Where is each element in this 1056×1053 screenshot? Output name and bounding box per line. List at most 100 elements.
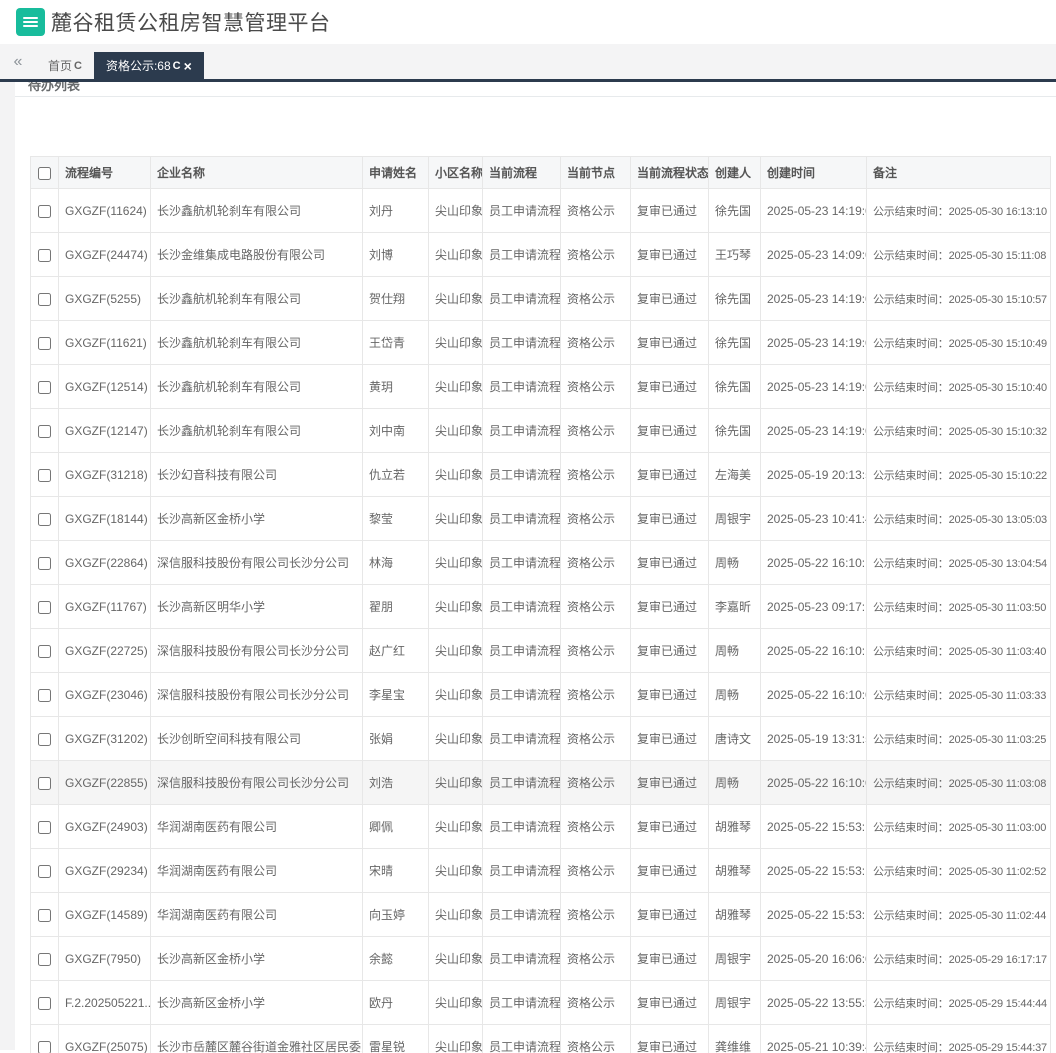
cell-company: 深信服科技股份有限公司长沙分公司 (150, 628, 363, 673)
menu-toggle-button[interactable] (16, 8, 45, 36)
cell-current-node: 资格公示 (560, 848, 631, 893)
publicity-table: 流程编号 企业名称 申请姓名 小区名称 当前流程 当前节点 当前流程状态 创建人… (30, 156, 1051, 1053)
table-row[interactable]: GXGZF(24474) 长沙金维集成电路股份有限公司 刘博 尖山印象 员工申请… (30, 232, 1051, 277)
cell-creator: 龚维维 (708, 1024, 761, 1053)
tab-bar: « 首页 C 资格公示:68 C × (0, 44, 1056, 82)
table-row[interactable]: GXGZF(31202) 长沙创昕空间科技有限公司 张娟 尖山印象 员工申请流程… (30, 716, 1051, 761)
cell-community: 尖山印象 (428, 892, 483, 937)
cell-flow-status: 复审已通过 (630, 320, 709, 365)
table-row[interactable]: GXGZF(7950) 长沙高新区金桥小学 余懿 尖山印象 员工申请流程 资格公… (30, 936, 1051, 981)
cell-creator: 徐先国 (708, 364, 761, 409)
table-row[interactable]: GXGZF(11624) 长沙鑫航机轮刹车有限公司 刘丹 尖山印象 员工申请流程… (30, 188, 1051, 233)
cell-current-flow: 员工申请流程 (482, 320, 561, 365)
row-checkbox[interactable] (38, 204, 51, 218)
cell-current-flow: 员工申请流程 (482, 716, 561, 761)
cell-current-flow: 员工申请流程 (482, 672, 561, 717)
cell-current-flow: 员工申请流程 (482, 848, 561, 893)
cell-process-no: GXGZF(24474) (58, 232, 151, 277)
table-row[interactable]: GXGZF(18144) 长沙高新区金桥小学 黎莹 尖山印象 员工申请流程 资格… (30, 496, 1051, 541)
row-checkbox[interactable] (38, 512, 51, 526)
row-checkbox[interactable] (38, 864, 51, 878)
cell-current-node: 资格公示 (560, 892, 631, 937)
cell-company: 长沙鑫航机轮刹车有限公司 (150, 320, 363, 365)
col-header-current-flow: 当前流程 (482, 156, 561, 189)
cell-creator: 胡雅琴 (708, 848, 761, 893)
cell-process-no: GXGZF(23046) (58, 672, 151, 717)
tab-home[interactable]: 首页 C (36, 52, 94, 79)
table-row[interactable]: GXGZF(25075) 长沙市岳麓区麓谷街道金雅社区居民委员会 雷星锐 尖山印… (30, 1024, 1051, 1053)
row-checkbox-cell (30, 980, 59, 1025)
row-checkbox-cell (30, 628, 59, 673)
table-row[interactable]: GXGZF(22855) 深信服科技股份有限公司长沙分公司 刘浩 尖山印象 员工… (30, 760, 1051, 805)
row-checkbox[interactable] (38, 732, 51, 746)
col-header-creator: 创建人 (708, 156, 761, 189)
cell-creator: 王巧琴 (708, 232, 761, 277)
row-checkbox-cell (30, 760, 59, 805)
row-checkbox[interactable] (38, 952, 51, 966)
row-checkbox[interactable] (38, 908, 51, 922)
row-checkbox[interactable] (38, 556, 51, 570)
row-checkbox[interactable] (38, 644, 51, 658)
table-row[interactable]: GXGZF(22864) 深信服科技股份有限公司长沙分公司 林海 尖山印象 员工… (30, 540, 1051, 585)
row-checkbox[interactable] (38, 776, 51, 790)
cell-remark: 公示结束时间：2025-05-30 11:03:50 (866, 584, 1051, 629)
row-checkbox-cell (30, 1024, 59, 1053)
refresh-icon[interactable]: C (74, 60, 82, 72)
table-row[interactable]: GXGZF(5255) 长沙鑫航机轮刹车有限公司 贺仕翔 尖山印象 员工申请流程… (30, 276, 1051, 321)
row-checkbox[interactable] (38, 600, 51, 614)
refresh-icon[interactable]: C (173, 60, 181, 72)
cell-current-flow: 员工申请流程 (482, 584, 561, 629)
cell-creator: 徐先国 (708, 188, 761, 233)
close-icon[interactable]: × (184, 59, 192, 73)
tab-qualification-label: 资格公示:68 (105, 59, 171, 73)
cell-remark: 公示结束时间：2025-05-30 11:02:52 (866, 848, 1051, 893)
row-checkbox[interactable] (38, 424, 51, 438)
cell-flow-status: 复审已通过 (630, 452, 709, 497)
table-row[interactable]: GXGZF(29234) 华润湖南医药有限公司 宋晴 尖山印象 员工申请流程 资… (30, 848, 1051, 893)
row-checkbox[interactable] (38, 1040, 51, 1053)
table-row[interactable]: GXGZF(24903) 华润湖南医药有限公司 卿佩 尖山印象 员工申请流程 资… (30, 804, 1051, 849)
table-row[interactable]: GXGZF(11767) 长沙高新区明华小学 翟朋 尖山印象 员工申请流程 资格… (30, 584, 1051, 629)
row-checkbox-cell (30, 452, 59, 497)
row-checkbox[interactable] (38, 688, 51, 702)
cell-flow-status: 复审已通过 (630, 760, 709, 805)
cell-create-time: 2025-05-23 09:17:19 (760, 584, 867, 629)
row-checkbox[interactable] (38, 336, 51, 350)
cell-creator: 胡雅琴 (708, 892, 761, 937)
table-row[interactable]: GXGZF(12147) 长沙鑫航机轮刹车有限公司 刘中南 尖山印象 员工申请流… (30, 408, 1051, 453)
cell-remark: 公示结束时间：2025-05-30 13:05:03 (866, 496, 1051, 541)
cell-flow-status: 复审已通过 (630, 1024, 709, 1053)
cell-process-no: GXGZF(22855) (58, 760, 151, 805)
table-row[interactable]: GXGZF(14589) 华润湖南医药有限公司 向玉婷 尖山印象 员工申请流程 … (30, 892, 1051, 937)
table-row[interactable]: GXGZF(11621) 长沙鑫航机轮刹车有限公司 王岱青 尖山印象 员工申请流… (30, 320, 1051, 365)
table-row[interactable]: GXGZF(22725) 深信服科技股份有限公司长沙分公司 赵广红 尖山印象 员… (30, 628, 1051, 673)
row-checkbox[interactable] (38, 468, 51, 482)
cell-community: 尖山印象 (428, 804, 483, 849)
table-row[interactable]: GXGZF(31218) 长沙幻音科技有限公司 仇立若 尖山印象 员工申请流程 … (30, 452, 1051, 497)
collapse-tabs-icon[interactable]: « (0, 53, 36, 70)
app-window: 麓谷租赁公租房智慧管理平台 « 首页 C 资格公示:68 C × 待办列表 流程… (0, 0, 1056, 1053)
cell-process-no: GXGZF(5255) (58, 276, 151, 321)
table-row[interactable]: GXGZF(23046) 深信服科技股份有限公司长沙分公司 李星宝 尖山印象 员… (30, 672, 1051, 717)
cell-community: 尖山印象 (428, 1024, 483, 1053)
select-all-checkbox[interactable] (38, 166, 51, 180)
row-checkbox[interactable] (38, 380, 51, 394)
cell-flow-status: 复审已通过 (630, 716, 709, 761)
cell-applicant: 贺仕翔 (362, 276, 429, 321)
cell-company: 长沙鑫航机轮刹车有限公司 (150, 276, 363, 321)
cell-creator: 胡雅琴 (708, 804, 761, 849)
row-checkbox[interactable] (38, 292, 51, 306)
table-row[interactable]: GXGZF(12514) 长沙鑫航机轮刹车有限公司 黄玥 尖山印象 员工申请流程… (30, 364, 1051, 409)
cell-flow-status: 复审已通过 (630, 892, 709, 937)
cell-community: 尖山印象 (428, 496, 483, 541)
tab-qualification-publicity[interactable]: 资格公示:68 C × (93, 52, 204, 79)
cell-applicant: 林海 (362, 540, 429, 585)
cell-remark: 公示结束时间：2025-05-30 11:03:25 (866, 716, 1051, 761)
cell-current-flow: 员工申请流程 (482, 408, 561, 453)
table-row[interactable]: F.2.202505221... 长沙高新区金桥小学 欧丹 尖山印象 员工申请流… (30, 980, 1051, 1025)
cell-create-time: 2025-05-22 16:10:11 (760, 540, 867, 585)
row-checkbox[interactable] (38, 820, 51, 834)
row-checkbox[interactable] (38, 248, 51, 262)
cell-creator: 周畅 (708, 628, 761, 673)
row-checkbox[interactable] (38, 996, 51, 1010)
